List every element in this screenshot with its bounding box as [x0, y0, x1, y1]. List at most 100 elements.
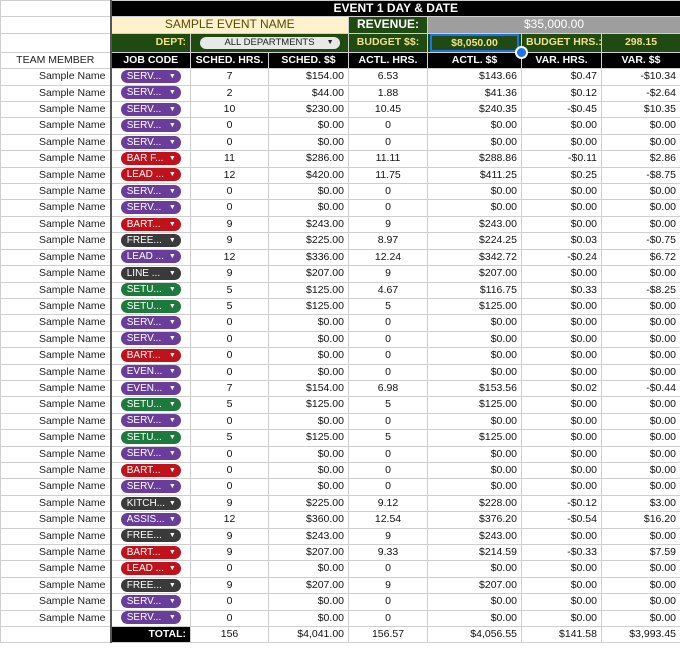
var-dollars-cell[interactable]: -$10.34 — [601, 68, 680, 86]
team-member-name[interactable]: Sample Name — [0, 68, 112, 86]
var-hrs-cell[interactable]: $0.00 — [521, 576, 602, 595]
sched-hrs-cell[interactable]: 9 — [190, 265, 269, 283]
var-hrs-cell[interactable]: $0.00 — [521, 347, 602, 365]
actl-hrs-cell[interactable]: 0 — [348, 199, 428, 217]
var-hrs-cell[interactable]: $0.33 — [521, 281, 602, 299]
job-code-dropdown[interactable]: SERV... ▼ — [120, 86, 181, 100]
sched-dollars-cell[interactable]: $420.00 — [268, 166, 349, 185]
var-hrs-cell[interactable]: -$0.45 — [521, 101, 602, 119]
actl-dollars-cell[interactable]: $125.00 — [427, 429, 522, 447]
var-dollars-cell[interactable]: $0.00 — [601, 199, 680, 217]
sched-dollars-cell[interactable]: $0.00 — [268, 183, 349, 201]
team-member-name[interactable]: Sample Name — [0, 461, 112, 480]
sched-hrs-cell[interactable]: 0 — [190, 593, 269, 611]
var-dollars-cell[interactable]: $0.00 — [601, 461, 680, 480]
actl-dollars-cell[interactable]: $0.00 — [427, 133, 522, 152]
dept-dropdown[interactable]: ALL DEPARTMENTS ▼ — [199, 37, 340, 50]
total-sched-hrs[interactable]: 156 — [190, 626, 269, 644]
team-member-name[interactable]: Sample Name — [0, 396, 112, 414]
sched-hrs-cell[interactable]: 2 — [190, 84, 269, 103]
team-member-name[interactable]: Sample Name — [0, 609, 112, 628]
budget-value-cell[interactable]: $8,050.00 — [427, 32, 522, 53]
sched-hrs-cell[interactable]: 0 — [190, 330, 269, 349]
job-code-cell[interactable]: FREE... ▼ — [110, 232, 191, 250]
var-hrs-cell[interactable]: -$0.54 — [521, 511, 602, 529]
job-code-dropdown[interactable]: SERV... ▼ — [120, 332, 181, 346]
job-code-cell[interactable]: SERV... ▼ — [110, 445, 191, 463]
actl-dollars-cell[interactable]: $0.00 — [427, 363, 522, 381]
team-member-name[interactable]: Sample Name — [0, 166, 112, 185]
actl-dollars-cell[interactable]: $0.00 — [427, 609, 522, 628]
job-code-dropdown[interactable]: SETU... ▼ — [120, 283, 181, 297]
blank-corner-cell[interactable] — [0, 32, 112, 53]
var-dollars-cell[interactable]: $2.86 — [601, 150, 680, 168]
job-code-cell[interactable]: SETU... ▼ — [110, 429, 191, 447]
var-hrs-cell[interactable]: $0.00 — [521, 396, 602, 414]
actl-hrs-cell[interactable]: 0 — [348, 412, 428, 431]
sched-dollars-cell[interactable]: $0.00 — [268, 593, 349, 611]
sched-hrs-cell[interactable]: 11 — [190, 150, 269, 168]
var-dollars-cell[interactable]: $0.00 — [601, 117, 680, 135]
job-code-dropdown[interactable]: SERV... ▼ — [120, 480, 181, 494]
var-hrs-cell[interactable]: $0.00 — [521, 445, 602, 463]
var-hrs-cell[interactable]: $0.00 — [521, 363, 602, 381]
var-dollars-cell[interactable]: $7.59 — [601, 543, 680, 562]
sched-dollars-cell[interactable]: $125.00 — [268, 396, 349, 414]
sched-dollars-cell[interactable]: $44.00 — [268, 84, 349, 103]
var-dollars-cell[interactable]: $10.35 — [601, 101, 680, 119]
dept-dropdown-cell[interactable]: ALL DEPARTMENTS ▼ — [190, 32, 349, 53]
job-code-dropdown[interactable]: SERV... ▼ — [120, 69, 181, 83]
team-member-name[interactable]: Sample Name — [0, 101, 112, 119]
sched-dollars-cell[interactable]: $336.00 — [268, 248, 349, 267]
sched-dollars-cell[interactable]: $0.00 — [268, 609, 349, 628]
actl-hrs-cell[interactable]: 12.24 — [348, 248, 428, 267]
sched-hrs-cell[interactable]: 0 — [190, 117, 269, 135]
sched-dollars-cell[interactable]: $0.00 — [268, 133, 349, 152]
sched-hrs-cell[interactable]: 0 — [190, 363, 269, 381]
job-code-dropdown[interactable]: LEAD ... ▼ — [120, 562, 181, 576]
revenue-value[interactable]: $35,000.00 — [427, 16, 680, 34]
job-code-dropdown[interactable]: SERV... ▼ — [120, 447, 181, 461]
sched-hrs-cell[interactable]: 12 — [190, 166, 269, 185]
var-dollars-cell[interactable]: $0.00 — [601, 412, 680, 431]
var-hrs-cell[interactable]: $0.00 — [521, 560, 602, 578]
job-code-dropdown[interactable]: BART... ▼ — [120, 348, 181, 362]
actl-dollars-cell[interactable]: $214.59 — [427, 543, 522, 562]
var-hrs-cell[interactable]: $0.25 — [521, 166, 602, 185]
team-member-name[interactable]: Sample Name — [0, 363, 112, 381]
actl-dollars-cell[interactable]: $0.00 — [427, 445, 522, 463]
team-member-name[interactable]: Sample Name — [0, 379, 112, 398]
var-dollars-cell[interactable]: $0.00 — [601, 560, 680, 578]
actl-dollars-cell[interactable]: $411.25 — [427, 166, 522, 185]
job-code-cell[interactable]: BART... ▼ — [110, 347, 191, 365]
var-dollars-cell[interactable]: $0.00 — [601, 593, 680, 611]
var-dollars-cell[interactable]: $3.00 — [601, 494, 680, 513]
selection-drag-handle[interactable] — [515, 46, 528, 59]
var-hrs-cell[interactable]: $0.00 — [521, 429, 602, 447]
actl-dollars-cell[interactable]: $207.00 — [427, 265, 522, 283]
actl-dollars-cell[interactable]: $243.00 — [427, 215, 522, 234]
sched-dollars-cell[interactable]: $207.00 — [268, 576, 349, 595]
var-hrs-cell[interactable]: $0.00 — [521, 117, 602, 135]
sched-dollars-cell[interactable]: $0.00 — [268, 314, 349, 332]
job-code-cell[interactable]: KITCH... ▼ — [110, 494, 191, 513]
var-hrs-cell[interactable]: $0.47 — [521, 68, 602, 86]
sched-dollars-cell[interactable]: $125.00 — [268, 281, 349, 299]
job-code-cell[interactable]: EVEN... ▼ — [110, 379, 191, 398]
var-dollars-cell[interactable]: -$0.75 — [601, 232, 680, 250]
job-code-cell[interactable]: SERV... ▼ — [110, 330, 191, 349]
job-code-cell[interactable]: SERV... ▼ — [110, 84, 191, 103]
team-member-name[interactable]: Sample Name — [0, 183, 112, 201]
actl-dollars-cell[interactable]: $0.00 — [427, 560, 522, 578]
actl-hrs-cell[interactable]: 5 — [348, 297, 428, 316]
sched-hrs-cell[interactable]: 5 — [190, 396, 269, 414]
var-dollars-cell[interactable]: $0.00 — [601, 576, 680, 595]
sched-hrs-cell[interactable]: 0 — [190, 445, 269, 463]
sched-hrs-cell[interactable]: 0 — [190, 461, 269, 480]
job-code-dropdown[interactable]: FREE... ▼ — [120, 578, 181, 592]
team-member-name[interactable]: Sample Name — [0, 412, 112, 431]
job-code-cell[interactable]: SERV... ▼ — [110, 101, 191, 119]
var-hrs-cell[interactable]: $0.00 — [521, 330, 602, 349]
team-member-name[interactable]: Sample Name — [0, 445, 112, 463]
job-code-dropdown[interactable]: BAR F... ▼ — [120, 151, 181, 165]
